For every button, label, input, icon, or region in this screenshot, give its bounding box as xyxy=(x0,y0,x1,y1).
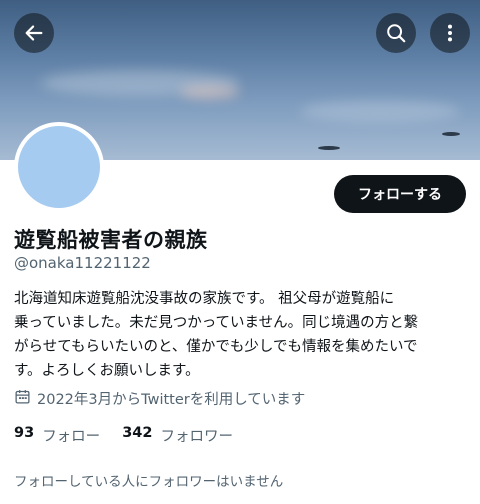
followed-by-text: フォローしている人にフォロワーはいません xyxy=(14,474,284,490)
bio-line: がらせてもらいたいのと、僅かでも少しでも情報を集めたいで xyxy=(14,339,418,355)
joined-date: 2022年3月からTwitterを利用しています xyxy=(14,388,305,409)
more-vertical-icon xyxy=(439,22,461,44)
bio-line: す。よろしくお願いします。 xyxy=(14,363,200,379)
back-button[interactable] xyxy=(14,13,54,53)
joined-text: 2022年3月からTwitterを利用しています xyxy=(37,392,306,408)
following-count: 93 xyxy=(14,425,35,441)
banner-bird xyxy=(318,146,340,150)
handle: @onaka11221122 xyxy=(14,254,151,272)
banner-bird xyxy=(442,132,460,136)
more-options-button[interactable] xyxy=(430,13,470,53)
display-name: 遊覧船被害者の親族 xyxy=(14,228,208,252)
followers-count: 342 xyxy=(122,425,153,441)
search-icon xyxy=(385,22,407,44)
calendar-icon xyxy=(14,388,37,409)
arrow-left-icon xyxy=(23,22,45,44)
banner-cloud xyxy=(180,85,240,99)
bio-line: 乗っていました。未だ見つかっていません。同じ境遇の方と繋 xyxy=(14,315,419,331)
search-button[interactable] xyxy=(376,13,416,53)
avatar[interactable] xyxy=(14,122,104,212)
followers-link[interactable]: 342 フォロワー xyxy=(122,425,233,446)
follow-button[interactable]: フォローする xyxy=(334,175,466,213)
following-link[interactable]: 93 フォロー xyxy=(14,425,100,446)
profile-bio: 北海道知床遊覧船沈没事故の家族です。 祖父母が遊覧船に 乗っていました。未だ見つ… xyxy=(14,287,470,383)
banner-cloud xyxy=(300,100,460,122)
bio-line: 北海道知床遊覧船沈没事故の家族です。 祖父母が遊覧船に xyxy=(14,291,395,307)
following-label: フォロー xyxy=(42,429,101,445)
followers-label: フォロワー xyxy=(160,429,233,445)
follow-stats: 93 フォロー 342 フォロワー xyxy=(14,425,255,446)
